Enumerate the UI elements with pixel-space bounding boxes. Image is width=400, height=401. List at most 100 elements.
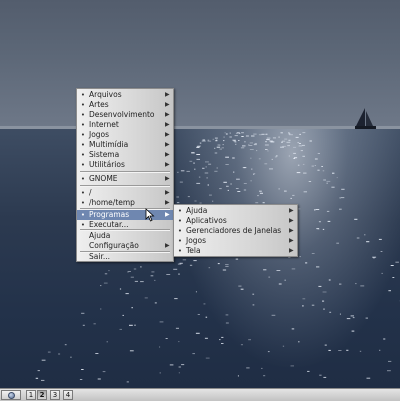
sea-glint bbox=[341, 197, 344, 198]
sea-glint bbox=[316, 209, 320, 210]
workspace-1-button[interactable]: 1 bbox=[26, 390, 36, 400]
sea-glint bbox=[179, 367, 181, 368]
sea-glint bbox=[105, 273, 107, 274]
sea-glint bbox=[288, 257, 290, 258]
sailboat bbox=[352, 106, 378, 132]
sea-glint bbox=[242, 145, 246, 146]
menu-item-jogos[interactable]: • Jogos ▶ bbox=[77, 130, 173, 140]
sea-glint bbox=[235, 144, 236, 145]
menu-item-artes[interactable]: • Artes ▶ bbox=[77, 100, 173, 110]
submenu-item-jogos[interactable]: • Jogos ▶ bbox=[174, 236, 297, 246]
submenu-arrow-icon: ▶ bbox=[289, 206, 297, 216]
sea-glint bbox=[225, 164, 228, 165]
sea-glint bbox=[203, 140, 206, 141]
menu-separator bbox=[80, 171, 170, 173]
sea-glint bbox=[241, 132, 244, 133]
start-menu-button[interactable] bbox=[1, 390, 21, 400]
sea-glint bbox=[305, 262, 307, 263]
sea-glint bbox=[388, 361, 391, 362]
sea-glint bbox=[299, 134, 301, 135]
sea-glint bbox=[180, 182, 183, 183]
submenu-arrow-icon: ▶ bbox=[289, 226, 297, 236]
sea-glint bbox=[241, 147, 244, 148]
menu-item-internet[interactable]: • Internet ▶ bbox=[77, 120, 173, 130]
sea-glint bbox=[177, 172, 179, 173]
sea-glint bbox=[279, 188, 280, 189]
sea-glint bbox=[248, 339, 251, 340]
sea-glint bbox=[183, 259, 186, 260]
submenu-item-tela[interactable]: • Tela ▶ bbox=[174, 246, 297, 256]
workspace-2-button[interactable]: 2 bbox=[37, 390, 47, 400]
sea-glint bbox=[254, 144, 257, 145]
submenu-arrow-icon: ▶ bbox=[165, 160, 173, 170]
desktop-wallpaper bbox=[0, 0, 400, 388]
sea-glint bbox=[65, 344, 67, 345]
menu-item-multimidia[interactable]: • Multimídia ▶ bbox=[77, 140, 173, 150]
sea-glint bbox=[199, 177, 200, 178]
sea-glint bbox=[200, 143, 202, 144]
submenu-item-gerenciadores-de-janelas[interactable]: • Gerenciadores de Janelas ▶ bbox=[174, 226, 297, 236]
menu-item-desenvolvimento[interactable]: • Desenvolvimento ▶ bbox=[77, 110, 173, 120]
menu-item-label: Sistema bbox=[89, 150, 165, 160]
sea-glint bbox=[346, 350, 348, 351]
sea-glint bbox=[292, 328, 295, 329]
sea-glint bbox=[281, 142, 283, 143]
sea-glint bbox=[287, 142, 291, 143]
menu-item-sair[interactable]: Sair... bbox=[77, 253, 173, 261]
sea-glint bbox=[204, 303, 206, 304]
mouse-pointer-icon bbox=[145, 208, 157, 222]
sea-glint bbox=[36, 378, 38, 379]
menu-item-programas[interactable]: • Programas ▶ bbox=[77, 210, 173, 220]
sea-glint bbox=[236, 179, 240, 180]
sea-glint bbox=[256, 150, 257, 151]
bullet-icon: • bbox=[77, 120, 89, 130]
sea-glint bbox=[391, 265, 394, 266]
bullet-icon: • bbox=[77, 130, 89, 140]
sea-glint bbox=[357, 238, 360, 239]
sea-glint bbox=[355, 283, 356, 284]
sea-glint bbox=[312, 166, 314, 167]
menu-item-label: /home/temp bbox=[89, 198, 165, 208]
sea-glint bbox=[381, 251, 383, 252]
sea-glint bbox=[178, 341, 179, 342]
menu-item-sistema[interactable]: • Sistema ▶ bbox=[77, 150, 173, 160]
menu-item-gnome[interactable]: • GNOME ▶ bbox=[77, 174, 173, 184]
sea-glint bbox=[202, 141, 206, 142]
sea-glint bbox=[303, 298, 306, 299]
submenu-item-aplicativos[interactable]: • Aplicativos ▶ bbox=[174, 216, 297, 226]
sea-glint bbox=[395, 262, 399, 263]
sea-glint bbox=[209, 267, 211, 268]
sea-glint bbox=[304, 191, 307, 192]
menu-item-root-folder[interactable]: • / ▶ bbox=[77, 188, 173, 198]
sea-glint bbox=[387, 370, 391, 371]
workspace-4-button[interactable]: 4 bbox=[63, 390, 73, 400]
menu-item-ajuda[interactable]: Ajuda bbox=[77, 231, 173, 241]
sea-glint bbox=[372, 257, 376, 258]
menu-item-home-folder[interactable]: • /home/temp ▶ bbox=[77, 198, 173, 208]
sea-glint bbox=[310, 141, 312, 142]
sea-glint bbox=[302, 156, 305, 157]
sea-glint bbox=[236, 133, 239, 134]
sea-glint bbox=[206, 166, 207, 167]
sea-glint bbox=[244, 183, 247, 184]
sea-glint bbox=[128, 271, 131, 272]
menu-item-configuracao[interactable]: Configuração ▶ bbox=[77, 241, 173, 251]
sea-glint bbox=[302, 145, 305, 146]
sea-glint bbox=[205, 338, 208, 339]
sea-glint bbox=[328, 221, 331, 222]
menu-item-arquivos[interactable]: • Arquivos ▶ bbox=[77, 90, 173, 100]
sea-glint bbox=[288, 133, 290, 134]
submenu-arrow-icon: ▶ bbox=[165, 140, 173, 150]
sea-glint bbox=[276, 155, 278, 156]
sea-glint bbox=[252, 294, 254, 295]
sea-glint bbox=[265, 145, 269, 146]
sea-glint bbox=[251, 169, 252, 170]
sea-glint bbox=[288, 132, 290, 133]
sea-glint bbox=[207, 177, 208, 178]
submenu-item-ajuda[interactable]: • Ajuda ▶ bbox=[174, 206, 297, 216]
workspace-3-button[interactable]: 3 bbox=[50, 390, 60, 400]
sea-glint bbox=[196, 183, 200, 184]
sea-glint bbox=[155, 302, 157, 303]
menu-item-utilitarios[interactable]: • Utilitários ▶ bbox=[77, 160, 173, 170]
menu-item-label: Jogos bbox=[186, 236, 289, 246]
